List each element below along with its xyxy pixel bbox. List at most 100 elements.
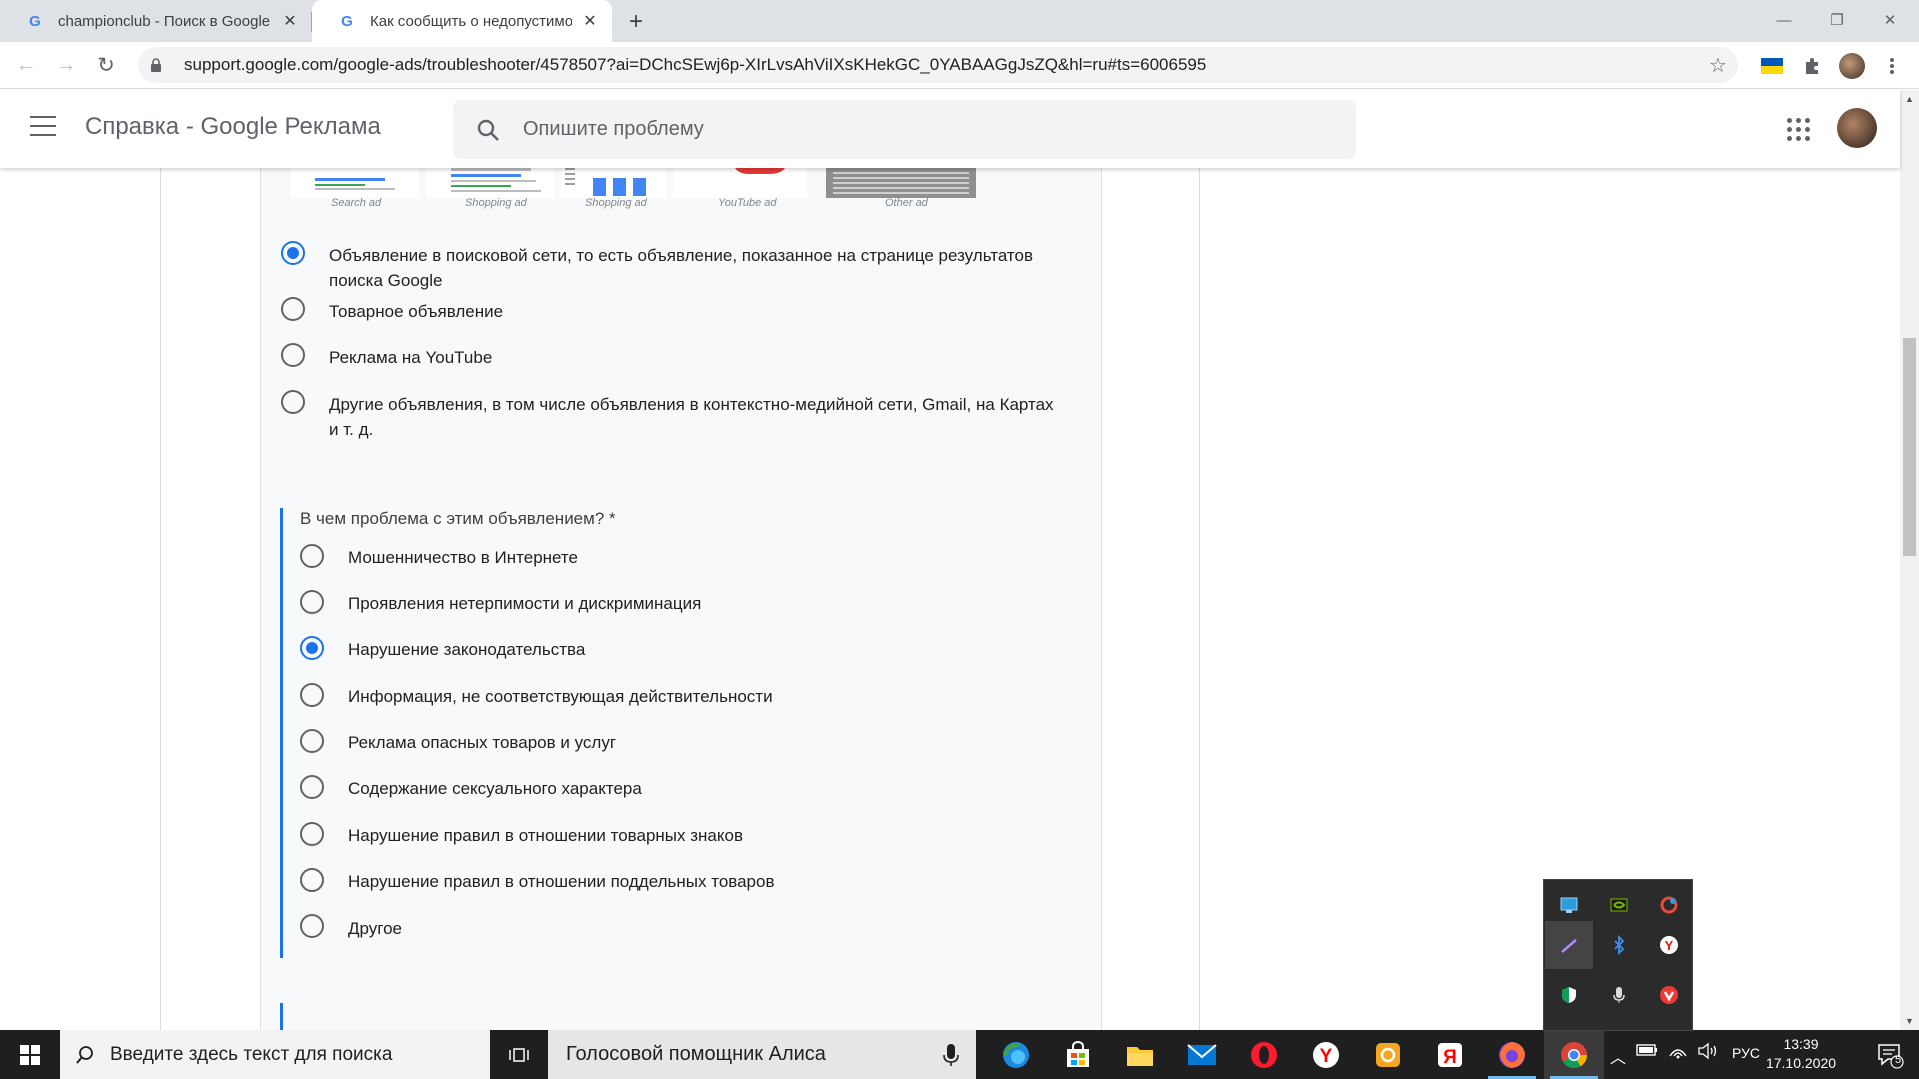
mail-app-icon[interactable] — [1172, 1030, 1232, 1079]
minimize-window-button[interactable]: — — [1755, 0, 1813, 40]
chrome-browser-icon[interactable] — [1544, 1030, 1604, 1079]
problem-radio-discrimination[interactable] — [300, 590, 324, 614]
account-avatar[interactable] — [1837, 108, 1877, 148]
clock-date: 17.10.2020 — [1765, 1055, 1837, 1071]
clock-time: 13:39 — [1783, 1036, 1819, 1052]
problem-radio-legal-violation[interactable] — [300, 636, 324, 660]
ad-type-option-label[interactable]: Объявление в поисковой сети, то есть объ… — [329, 243, 1099, 293]
ad-type-radio-shopping[interactable] — [281, 297, 305, 321]
problem-option-label[interactable]: Содержание сексуального характера — [348, 776, 642, 801]
ad-type-option-label[interactable]: Другие объявления, в том числе объявлени… — [329, 392, 1099, 442]
problem-option-label[interactable]: Другое — [348, 916, 402, 941]
close-tab-icon[interactable]: ✕ — [280, 11, 300, 31]
problem-option-label[interactable]: Информация, не соответствующая действите… — [348, 684, 773, 709]
edge-app-icon[interactable] — [986, 1030, 1046, 1079]
vivaldi-tray-icon[interactable] — [1645, 971, 1693, 1019]
pen-tray-icon[interactable] — [1545, 921, 1593, 969]
search-icon[interactable] — [453, 118, 523, 142]
profile-avatar[interactable] — [1837, 51, 1867, 81]
problem-radio-sexual-content[interactable] — [300, 775, 324, 799]
opera-browser-icon[interactable] — [1234, 1030, 1294, 1079]
svg-text:Y: Y — [1320, 1046, 1333, 1067]
hamburger-menu-icon[interactable] — [30, 116, 56, 136]
battery-icon[interactable] — [1636, 1043, 1658, 1060]
photo-app-icon[interactable] — [1358, 1030, 1418, 1079]
lock-icon[interactable] — [150, 57, 184, 73]
problem-radio-misinformation[interactable] — [300, 683, 324, 707]
ad-type-option-label[interactable]: Товарное объявление — [329, 299, 503, 324]
help-search-box[interactable] — [453, 100, 1356, 159]
browser-tab-google-search[interactable]: G championclub - Поиск в Google ✕ — [0, 0, 312, 42]
problem-radio-counterfeit[interactable] — [300, 868, 324, 892]
ad-type-caption: Shopping ad — [585, 197, 647, 209]
ad-type-radio-search[interactable] — [281, 241, 305, 265]
show-hidden-icons-chevron-icon[interactable]: ︿ — [1610, 1044, 1626, 1068]
shopping-ad-thumbnail — [426, 168, 554, 198]
file-explorer-icon[interactable] — [1110, 1030, 1170, 1079]
volume-icon[interactable] — [1697, 1042, 1719, 1063]
firefox-browser-icon[interactable] — [1482, 1030, 1542, 1079]
browser-tab-bar: G championclub - Поиск в Google ✕ G Как … — [0, 0, 1919, 42]
problem-radio-dangerous-goods[interactable] — [300, 729, 324, 753]
wifi-icon[interactable] — [1668, 1042, 1688, 1063]
browser-menu-icon[interactable] — [1877, 51, 1907, 81]
ad-type-radio-youtube[interactable] — [281, 343, 305, 367]
page-scrollbar[interactable]: ▲ ▼ — [1900, 90, 1919, 1030]
other-ad-thumbnail — [821, 168, 976, 198]
problem-radio-other[interactable] — [300, 914, 324, 938]
alice-voice-assistant[interactable]: Голосовой помощник Алиса — [548, 1030, 976, 1079]
action-center-button[interactable]: 5 — [1862, 1030, 1918, 1079]
problem-option-label[interactable]: Мошенничество в Интернете — [348, 545, 578, 570]
troubleshooter-card: Search ad Shopping ad Shopping ad YouTub… — [160, 168, 1200, 1030]
input-language-indicator[interactable]: РУС — [1732, 1045, 1760, 1061]
task-view-icon[interactable] — [490, 1030, 548, 1079]
bookmark-star-icon[interactable]: ☆ — [1698, 53, 1738, 78]
problem-option-label[interactable]: Нарушение правил в отношении товарных зн… — [348, 823, 743, 848]
taskbar-search-box[interactable]: Введите здесь текст для поиска — [60, 1030, 490, 1079]
search-input[interactable] — [523, 118, 1303, 141]
yandex-app-icon[interactable]: Я — [1420, 1030, 1480, 1079]
problem-option-label[interactable]: Реклама опасных товаров и услуг — [348, 730, 616, 755]
google-favicon-icon: G — [29, 12, 41, 30]
system-clock[interactable]: 13:39 17.10.2020 — [1762, 1035, 1840, 1073]
problem-radio-trademark[interactable] — [300, 822, 324, 846]
scroll-up-arrow-icon[interactable]: ▲ — [1900, 90, 1919, 108]
restore-window-button[interactable]: ❐ — [1808, 0, 1866, 40]
problem-option-label[interactable]: Проявления нетерпимости и дискриминация — [348, 591, 701, 616]
taskbar-search-placeholder: Введите здесь текст для поиска — [110, 1043, 393, 1065]
microphone-icon[interactable] — [926, 1043, 976, 1067]
microphone-tray-icon[interactable] — [1595, 971, 1643, 1019]
problem-question-label: В чем проблема с этим объявлением? * — [300, 509, 616, 528]
address-bar[interactable]: support.google.com/google-ads/troublesho… — [138, 47, 1738, 83]
close-tab-icon[interactable]: ✕ — [580, 11, 600, 31]
google-apps-icon[interactable] — [1785, 116, 1811, 142]
windows-start-button[interactable] — [0, 1030, 60, 1079]
ad-type-caption: Shopping ad — [465, 197, 527, 209]
shopping-ad-grid-thumbnail — [561, 168, 666, 198]
problem-option-label[interactable]: Нарушение законодательства — [348, 637, 585, 662]
ukraine-flag-extension-icon[interactable] — [1757, 51, 1787, 81]
back-button[interactable]: ← — [10, 49, 42, 81]
bluetooth-tray-icon[interactable] — [1595, 921, 1643, 969]
problem-option-label[interactable]: Нарушение правил в отношении поддельных … — [348, 869, 775, 894]
scrollbar-thumb[interactable] — [1903, 338, 1916, 556]
question-focus-bar — [280, 508, 283, 958]
microsoft-store-icon[interactable] — [1048, 1030, 1108, 1079]
url-text[interactable]: support.google.com/google-ads/troublesho… — [184, 55, 1698, 75]
forward-button[interactable]: → — [50, 49, 82, 81]
extensions-puzzle-icon[interactable] — [1797, 51, 1827, 81]
ad-type-option-label[interactable]: Реклама на YouTube — [329, 345, 492, 370]
search-icon — [60, 1045, 110, 1065]
browser-tab-report-ad[interactable]: G Как сообщить о недопустимом ✕ — [312, 0, 612, 42]
reload-button[interactable]: ↻ — [90, 49, 122, 81]
yandex-tray-icon[interactable]: Y — [1645, 921, 1693, 969]
problem-radio-fraud[interactable] — [300, 544, 324, 568]
page-title[interactable]: Справка - Google Реклама — [85, 113, 381, 141]
close-window-button[interactable]: ✕ — [1861, 0, 1919, 40]
windows-security-tray-icon[interactable] — [1545, 971, 1593, 1019]
yandex-browser-icon[interactable]: Y — [1296, 1030, 1356, 1079]
scroll-down-arrow-icon[interactable]: ▼ — [1900, 1012, 1919, 1030]
svg-text:Y: Y — [1665, 938, 1674, 953]
ad-type-radio-other[interactable] — [281, 390, 305, 414]
new-tab-button[interactable]: + — [622, 8, 650, 36]
